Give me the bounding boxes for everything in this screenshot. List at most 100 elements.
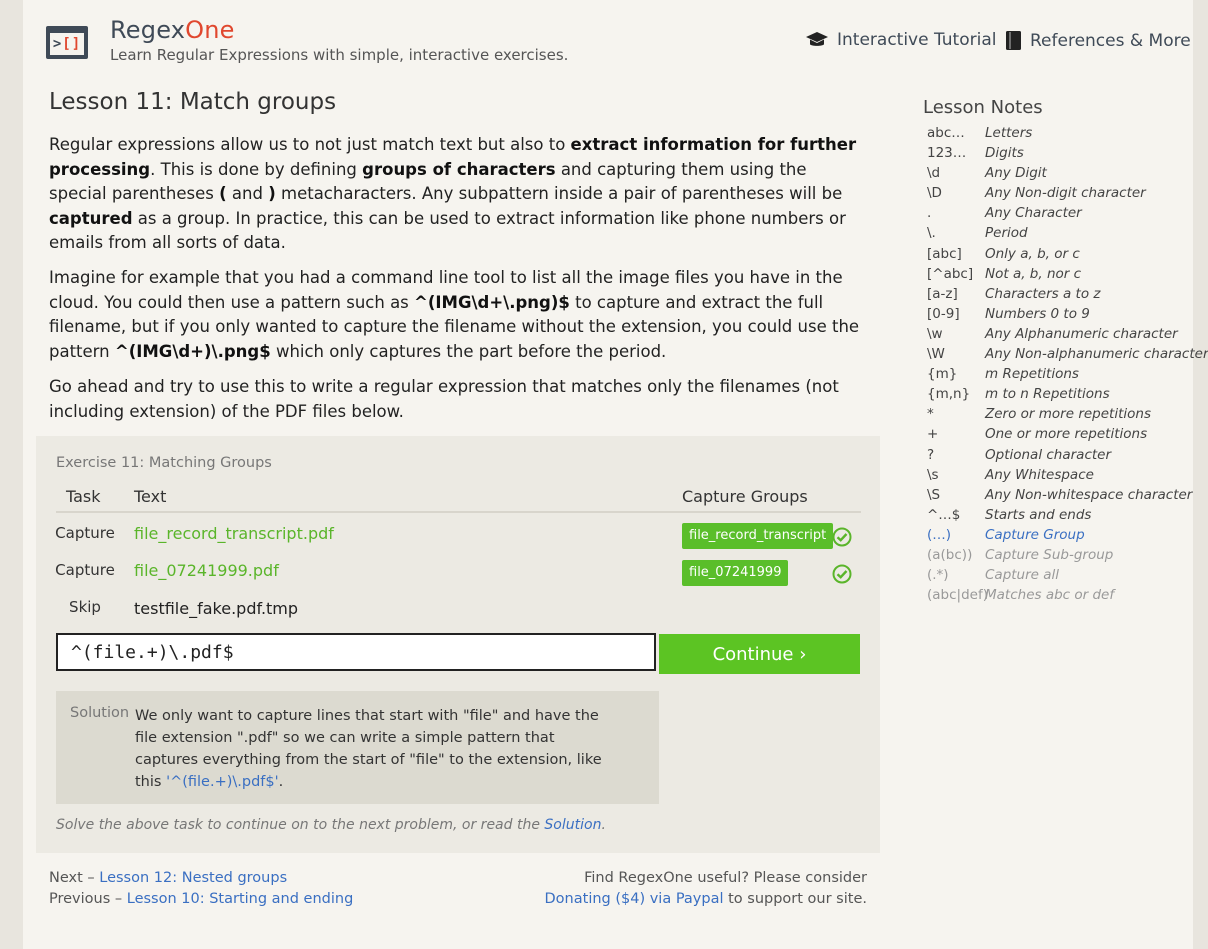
note-description: Any Alphanumeric character [985,325,1178,342]
lesson-note-item: * Zero or more repetitions [927,404,1197,424]
solution-link[interactable]: Solution [544,817,601,833]
emphasis-text: ) [268,184,276,203]
body-text: metacharacters. Any subpattern inside a … [275,184,843,203]
row-text: testfile_fake.pdf.tmp [134,599,299,618]
note-description: Capture all [985,567,1060,584]
note-description: Characters a to z [985,285,1101,302]
lesson-note-item: abc… Letters [927,123,1197,143]
nav-interactive-tutorial[interactable]: Interactive Tutorial [805,30,996,50]
note-pattern: (.*) [927,567,949,584]
lesson-paragraph-1: Regular expressions allow us to not just… [49,133,869,256]
note-pattern: [a-z] [927,285,958,302]
note-description: Any Non-alphanumeric character [985,346,1208,363]
body-text: which only captures the part before the … [270,341,667,361]
note-pattern: ? [927,446,935,463]
donation-line-1: Find RegexOne useful? Please consider [584,870,867,886]
note-pattern: (abc|def) [927,587,988,604]
donation-line-2: Donating ($4) via Paypal to support our … [543,889,867,910]
row-task: Capture [55,524,115,542]
note-description: Starts and ends [985,506,1092,523]
note-description: Capture Sub-group [985,546,1114,563]
lesson-pagination: Next – Lesson 12: Nested groups Previous… [49,868,353,910]
lesson-note-item: {m} m Repetitions [927,364,1197,384]
note-description: m Repetitions [985,366,1079,383]
lesson-note-item: . Any Character [927,203,1197,223]
note-description: Only a, b, or c [985,245,1080,262]
lesson-note-item: (…) Capture Group [927,525,1197,545]
hint-suffix: . [601,817,606,833]
nav-references[interactable]: References & More [1005,30,1191,51]
note-pattern: [^abc] [927,265,974,282]
note-pattern: \s [927,466,939,483]
note-pattern: * [927,406,934,423]
book-icon [1006,31,1021,50]
lesson-note-item: [^abc] Not a, b, nor c [927,264,1197,284]
emphasis-text: ^(IMG\d+\.png)$ [414,292,570,312]
body-text: as a group. In practice, this can be use… [49,208,846,253]
note-description: One or more repetitions [985,426,1148,443]
note-description: Numbers 0 to 9 [985,305,1090,322]
lesson-note-item: \D Any Non-digit character [927,183,1197,203]
note-pattern: + [927,426,939,443]
lesson-note-item: (.*) Capture all [927,565,1197,585]
body-text: . This is done by defining [150,159,363,179]
note-description: Zero or more repetitions [985,406,1151,423]
lesson-note-item: {m,n} m to n Repetitions [927,384,1197,404]
lesson-note-item: [0-9] Numbers 0 to 9 [927,304,1197,324]
column-header-text: Text [134,487,167,506]
lesson-note-item: \s Any Whitespace [927,465,1197,485]
tagline: Learn Regular Expressions with simple, i… [110,46,569,64]
exercise-title: Exercise 11: Matching Groups [56,455,272,471]
emphasis-text: ( [219,184,227,203]
column-header-task: Task [66,487,101,506]
note-pattern: \d [927,165,941,182]
note-description: Matches abc or def [985,587,1115,604]
terminal-brackets-icon: >[] [50,33,84,55]
lesson-note-item: \S Any Non-whitespace character [927,485,1197,505]
lesson-note-item: + One or more repetitions [927,424,1197,444]
hint-prefix: Solve the above task to continue on to t… [56,817,545,833]
note-pattern: . [927,205,932,222]
solution-code: '^(file.+)\.pdf$' [166,774,279,790]
nav-label: Interactive Tutorial [837,30,997,50]
regex-input[interactable] [56,633,656,671]
note-pattern: \S [927,486,941,503]
next-lesson-link[interactable]: Lesson 12: Nested groups [99,870,287,886]
emphasis-text: captured [49,208,133,228]
lesson-note-item: \w Any Alphanumeric character [927,324,1197,344]
lesson-note-item: (a(bc)) Capture Sub-group [927,545,1197,565]
lesson-note-item: [a-z] Characters a to z [927,284,1197,304]
header-divider [56,511,861,513]
note-pattern: \D [927,185,942,202]
row-task: Capture [55,561,115,579]
note-pattern: {m} [927,366,958,383]
previous-lesson-line: Previous – Lesson 10: Starting and endin… [49,889,353,910]
note-description: m to n Repetitions [985,386,1110,403]
logo[interactable]: >[] [46,26,88,59]
note-pattern: (a(bc)) [927,546,973,563]
note-description: Any Character [985,205,1082,222]
brand-title[interactable]: RegexOne [110,16,235,44]
lesson-title: Lesson 11: Match groups [49,89,337,115]
lesson-note-item: ^…$ Starts and ends [927,505,1197,525]
body-text: and [226,184,269,203]
donation-suffix: to support our site. [723,891,867,907]
lesson-note-item: \d Any Digit [927,163,1197,183]
lesson-note-item: \W Any Non-alphanumeric character [927,344,1208,364]
exercise-hint: Solve the above task to continue on to t… [56,817,606,833]
note-pattern: 123… [927,145,967,162]
page-container: >[] RegexOne Learn Regular Expressions w… [23,0,1208,949]
lesson-note-item: ? Optional character [927,445,1197,465]
previous-lesson-link[interactable]: Lesson 10: Starting and ending [127,891,354,907]
continue-button[interactable]: Continue › [659,634,860,674]
brand-accent: One [185,16,235,44]
lesson-paragraph-3: Go ahead and try to use this to write a … [49,377,839,421]
graduation-cap-icon [806,32,828,46]
note-pattern: ^…$ [927,506,961,523]
note-pattern: \W [927,346,945,363]
note-description: Not a, b, nor c [985,265,1082,282]
donation-note: Find RegexOne useful? Please consider Do… [543,868,867,910]
note-description: Any Whitespace [985,466,1094,483]
donate-link[interactable]: Donating ($4) via Paypal [545,891,724,907]
capture-group-badge: file_record_transcript [682,523,834,549]
